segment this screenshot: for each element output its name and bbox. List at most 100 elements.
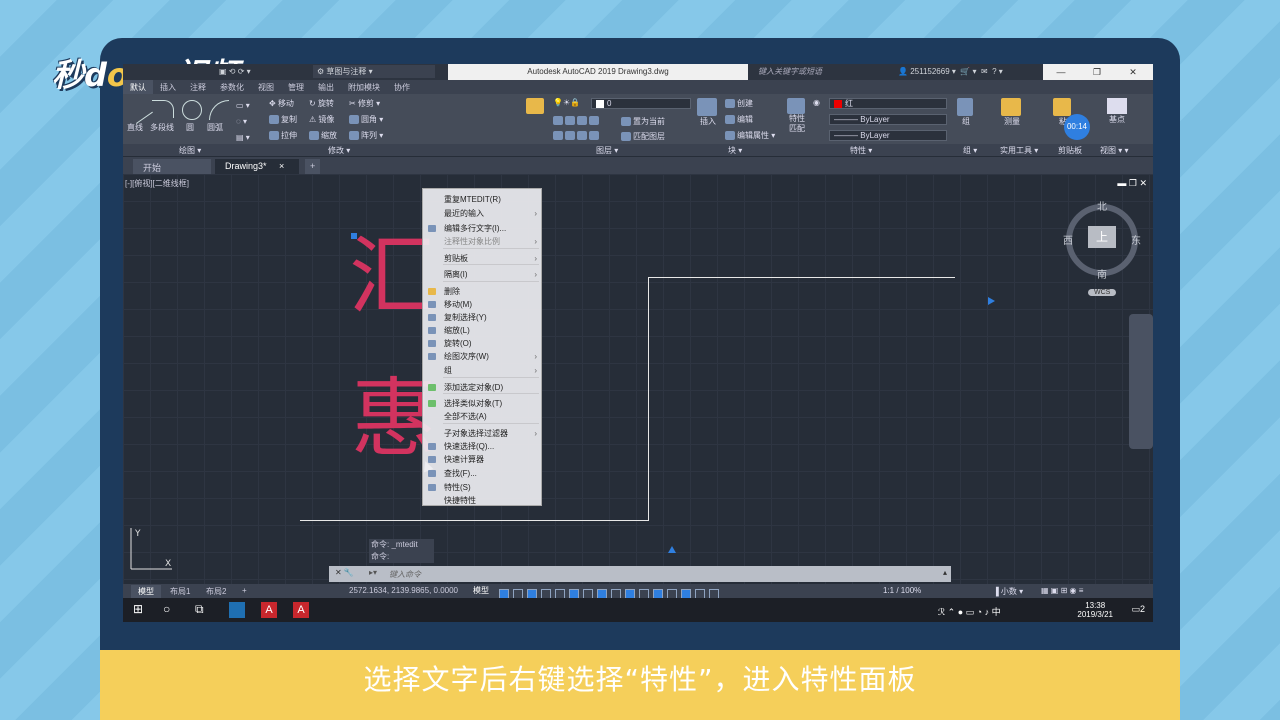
context-menu-item[interactable]: 复制选择(Y): [423, 311, 543, 324]
grip-arrow-up[interactable]: [668, 546, 676, 553]
insert-block-button[interactable]: 插入: [697, 98, 719, 127]
command-dropdown-icon[interactable]: ▴: [943, 568, 947, 577]
tab-drawing3[interactable]: Drawing3* ×: [215, 159, 299, 174]
windows-start-icon[interactable]: ⊞: [133, 602, 143, 616]
circle-tool[interactable]: 圆: [180, 100, 202, 133]
fillet-button[interactable]: 圆角 ▾: [349, 114, 383, 125]
context-menu-item[interactable]: 绘图次序(W) ›: [423, 350, 543, 363]
tab-annotate[interactable]: 注释: [183, 80, 213, 95]
close-tab-icon[interactable]: ×: [279, 161, 284, 171]
viewport-label[interactable]: [-][俯视][二维线框]: [125, 178, 189, 189]
layer-properties-button[interactable]: [526, 98, 546, 114]
context-menu-item[interactable]: 旋转(O): [423, 337, 543, 350]
compass-south[interactable]: 南: [1097, 266, 1107, 281]
match-layer-button[interactable]: 匹配图层: [621, 131, 665, 142]
minimize-button[interactable]: —: [1043, 64, 1079, 80]
panel-clipboard[interactable]: 剪贴板: [1058, 145, 1082, 156]
line-top[interactable]: [648, 277, 955, 278]
search-input[interactable]: 键入关键字或短语: [758, 66, 822, 77]
layer-tools-row2[interactable]: [553, 131, 601, 141]
color-dropdown[interactable]: 红: [829, 98, 947, 109]
compass-north[interactable]: 北: [1097, 198, 1107, 213]
status-right-icons[interactable]: ▦ ▣ ⊞ ◉ ≡: [1041, 586, 1083, 595]
command-line[interactable]: ✕ 🔧 ▸▾ 键入命令 ▴: [329, 566, 951, 582]
trim-button[interactable]: ✂ 修剪 ▾: [349, 98, 380, 109]
array-button[interactable]: 阵列 ▾: [349, 130, 383, 141]
quick-access-toolbar[interactable]: ▣ ⟲ ⟳ ▾: [219, 67, 251, 76]
line-bottom[interactable]: [300, 520, 649, 521]
coordinate-readout[interactable]: 2572.1634, 2139.9865, 0.0000: [349, 586, 458, 595]
command-input[interactable]: 键入命令: [389, 569, 421, 580]
edit-attributes-button[interactable]: 编辑属性 ▾: [725, 130, 775, 141]
match-properties-button[interactable]: 特性 匹配: [787, 98, 807, 134]
text-grip[interactable]: [351, 233, 357, 239]
scale-button[interactable]: 缩放: [309, 130, 337, 141]
line-tool[interactable]: 直线: [125, 96, 153, 133]
close-command-icon[interactable]: ✕ 🔧: [335, 568, 354, 577]
layer-tools-row1[interactable]: [553, 116, 601, 126]
compass-west[interactable]: 西: [1063, 232, 1073, 247]
autocad-taskbar-icon[interactable]: A: [261, 602, 277, 618]
draw-small-tools[interactable]: ▭ ▾ ◌ ▾ ▤ ▾: [236, 98, 250, 146]
panel-view[interactable]: 视图 ▾ ▾: [1100, 145, 1128, 156]
context-menu-item[interactable]: 隔离(I) ›: [423, 268, 543, 281]
base-view-button[interactable]: 基点: [1107, 98, 1127, 125]
tab-output[interactable]: 输出: [311, 80, 341, 95]
tab-default[interactable]: 默认: [123, 80, 153, 95]
mirror-button[interactable]: ⚠ 镜像: [309, 114, 334, 125]
tab-addins[interactable]: 附加模块: [341, 80, 387, 95]
context-menu-item[interactable]: 缩放(L): [423, 324, 543, 337]
panel-draw[interactable]: 绘图 ▾: [179, 145, 201, 156]
tab-collaborate[interactable]: 协作: [387, 80, 417, 95]
move-button[interactable]: ✥ 移动: [269, 98, 294, 109]
tab-model[interactable]: 模型: [131, 585, 161, 598]
rotate-button[interactable]: ↻ 旋转: [309, 98, 334, 109]
context-menu-item[interactable]: 最近的输入 ›: [423, 207, 543, 220]
stretch-button[interactable]: 拉伸: [269, 130, 297, 141]
tab-layout1[interactable]: 布局1: [163, 585, 197, 598]
new-layout-button[interactable]: +: [235, 585, 254, 596]
context-menu-item[interactable]: 编辑多行文字(I)...: [423, 222, 543, 235]
context-menu-item[interactable]: 选择类似对象(T): [423, 397, 543, 410]
context-menu-item[interactable]: 快捷特性: [423, 494, 543, 507]
app-icon-1[interactable]: [229, 602, 245, 618]
copy-button[interactable]: 复制: [269, 114, 297, 125]
layer-state-icons[interactable]: 💡☀🔒: [553, 98, 580, 107]
notifications-icon[interactable]: ▭2: [1131, 604, 1145, 615]
panel-layers[interactable]: 图层 ▾: [596, 145, 618, 156]
tab-view[interactable]: 视图: [251, 80, 281, 95]
context-menu-item[interactable]: 快速计算器: [423, 453, 543, 466]
viewcube-top[interactable]: 上: [1088, 226, 1116, 248]
create-block-button[interactable]: 创建: [725, 98, 753, 109]
panel-utilities[interactable]: 实用工具 ▾: [1000, 145, 1038, 156]
linetype-dropdown[interactable]: ——— ByLayer: [829, 114, 947, 125]
restore-button[interactable]: ❐: [1079, 64, 1115, 80]
arc-tool[interactable]: 圆弧: [207, 100, 229, 133]
grip-arrow-right[interactable]: [988, 297, 995, 305]
polyline-tool[interactable]: 多段线: [150, 100, 174, 133]
autocad-taskbar-icon-active[interactable]: A: [293, 602, 309, 618]
compass-east[interactable]: 东: [1131, 232, 1141, 247]
annotation-scale[interactable]: 1:1 / 100%: [883, 586, 921, 595]
navigation-bar[interactable]: [1129, 314, 1153, 449]
group-button[interactable]: 组: [957, 98, 975, 127]
context-menu-item[interactable]: 删除: [423, 285, 543, 298]
line-vertical[interactable]: [648, 277, 649, 520]
tab-manage[interactable]: 管理: [281, 80, 311, 95]
panel-modify[interactable]: 修改 ▾: [328, 145, 350, 156]
context-menu-item[interactable]: 子对象选择过滤器 ›: [423, 427, 543, 440]
workspace-switcher[interactable]: ⚙ 草图与注释 ▾: [313, 65, 435, 78]
context-menu-item[interactable]: 查找(F)...: [423, 467, 543, 480]
context-menu-item[interactable]: 全部不选(A): [423, 410, 543, 423]
tab-start[interactable]: 开始: [133, 159, 211, 174]
task-view-icon[interactable]: ⧉: [195, 602, 204, 617]
context-menu-item[interactable]: 移动(M): [423, 298, 543, 311]
drawing-canvas[interactable]: [-][俯视][二维线框] ▬ ❐ ✕ 汇 惠 上 北 南 东 西 WCS Y …: [123, 174, 1153, 584]
layer-dropdown[interactable]: 0: [591, 98, 691, 109]
search-icon[interactable]: ○: [163, 602, 170, 616]
user-account[interactable]: 👤 251152669 ▾ 🛒 ▾ ✉ ? ▾: [898, 67, 1003, 76]
new-tab-button[interactable]: +: [305, 159, 321, 174]
viewport-controls[interactable]: ▬ ❐ ✕: [1117, 178, 1147, 189]
tab-layout2[interactable]: 布局2: [199, 585, 233, 598]
tab-insert[interactable]: 插入: [153, 80, 183, 95]
